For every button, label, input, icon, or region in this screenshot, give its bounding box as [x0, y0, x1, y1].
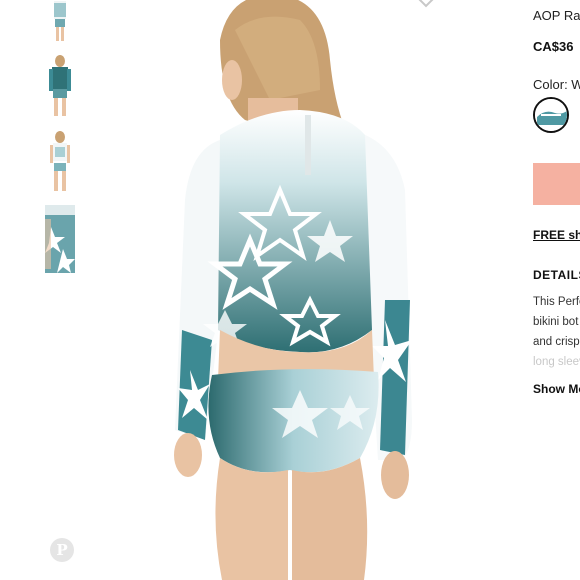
product-description: This Perfe bikini bot and crisp long sle…: [533, 292, 580, 372]
color-swatch[interactable]: [533, 97, 569, 133]
product-price: CA$36: [533, 39, 574, 54]
thumbnail-2[interactable]: [44, 52, 76, 120]
thumbnail-1[interactable]: [44, 0, 76, 44]
description-line: This Perfe: [533, 296, 580, 308]
free-shipping-link[interactable]: FREE shi: [533, 228, 580, 242]
color-label: Color: W: [533, 77, 580, 92]
add-to-bag-button[interactable]: [533, 163, 580, 205]
chevron-down-icon[interactable]: [412, 0, 440, 14]
thumbnail-4[interactable]: [44, 204, 76, 273]
main-product-image: [150, 0, 450, 580]
description-line-faded: long sleev: [533, 356, 580, 368]
thumbnail-3[interactable]: [44, 128, 76, 196]
show-more-link[interactable]: Show Mo: [533, 382, 580, 396]
pinterest-glyph: P: [56, 541, 68, 559]
description-line: bikini bot: [533, 316, 579, 328]
description-line: and crisp: [533, 336, 580, 348]
product-title: AOP Ras: [533, 8, 580, 23]
pinterest-icon[interactable]: P: [50, 538, 74, 562]
details-heading: DETAILS: [533, 268, 580, 282]
